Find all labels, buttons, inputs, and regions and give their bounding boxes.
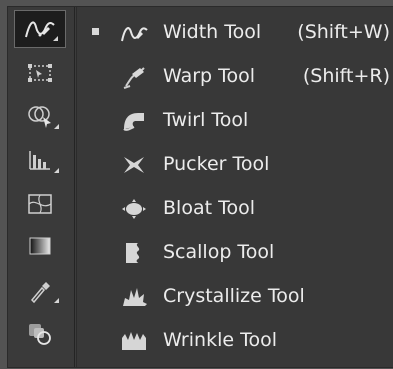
warp-tool-icon xyxy=(119,63,149,91)
flyout-indicator xyxy=(54,298,59,303)
free-transform-icon xyxy=(26,62,54,84)
menu-item-twirl-tool[interactable]: Twirl Tool xyxy=(77,99,393,143)
menu-item-label: Twirl Tool xyxy=(163,109,249,131)
menu-item-shortcut: (Shift+R) xyxy=(302,65,390,87)
toolbar-eyedropper-tool[interactable] xyxy=(14,271,66,309)
bloat-tool-icon xyxy=(119,195,149,223)
menu-item-label: Bloat Tool xyxy=(163,197,255,219)
toolbar-free-transform-tool[interactable] xyxy=(14,54,66,92)
wrinkle-tool-icon xyxy=(119,327,149,355)
tool-flyout-menu: Width Tool (Shift+W) Warp Tool (Shift+R)… xyxy=(76,7,393,367)
menu-item-bloat-tool[interactable]: Bloat Tool xyxy=(77,187,393,231)
shape-builder-icon xyxy=(25,102,55,130)
menu-item-scallop-tool[interactable]: Scallop Tool xyxy=(77,231,393,275)
menu-item-width-tool[interactable]: Width Tool (Shift+W) xyxy=(77,11,393,55)
blend-tool-icon xyxy=(25,321,55,347)
pucker-tool-icon xyxy=(119,151,149,179)
gradient-tool-icon xyxy=(26,235,54,257)
menu-item-label: Scallop Tool xyxy=(163,241,275,263)
menu-item-shortcut: (Shift+W) xyxy=(297,21,390,43)
width-tool-icon xyxy=(119,19,149,47)
menu-item-crystallize-tool[interactable]: Crystallize Tool xyxy=(77,275,393,319)
menu-item-label: Warp Tool xyxy=(163,65,256,87)
menu-item-warp-tool[interactable]: Warp Tool (Shift+R) xyxy=(77,55,393,99)
flyout-indicator xyxy=(54,168,59,173)
menu-item-label: Crystallize Tool xyxy=(163,285,305,307)
crystallize-tool-icon xyxy=(119,283,149,311)
toolbar xyxy=(8,7,75,367)
mesh-tool-icon xyxy=(26,192,54,216)
menu-item-wrinkle-tool[interactable]: Wrinkle Tool xyxy=(77,319,393,363)
flyout-indicator xyxy=(54,124,59,129)
graph-tool-icon xyxy=(26,147,54,173)
menu-item-label: Wrinkle Tool xyxy=(163,329,277,351)
scallop-tool-icon xyxy=(119,239,149,267)
toolbar-gradient-tool[interactable] xyxy=(14,227,66,265)
flyout-indicator xyxy=(53,36,58,41)
menu-item-label: Width Tool xyxy=(163,21,262,43)
eyedropper-icon xyxy=(26,276,54,304)
toolbar-mesh-tool[interactable] xyxy=(14,185,66,223)
toolbar-shape-builder-tool[interactable] xyxy=(14,97,66,135)
twirl-tool-icon xyxy=(119,107,149,135)
menu-item-label: Pucker Tool xyxy=(163,153,270,175)
selected-indicator xyxy=(92,28,99,35)
toolbar-blend-tool[interactable] xyxy=(14,315,66,353)
menu-item-pucker-tool[interactable]: Pucker Tool xyxy=(77,143,393,187)
toolbar-width-tool[interactable] xyxy=(14,10,66,48)
toolbar-graph-tool[interactable] xyxy=(14,141,66,179)
